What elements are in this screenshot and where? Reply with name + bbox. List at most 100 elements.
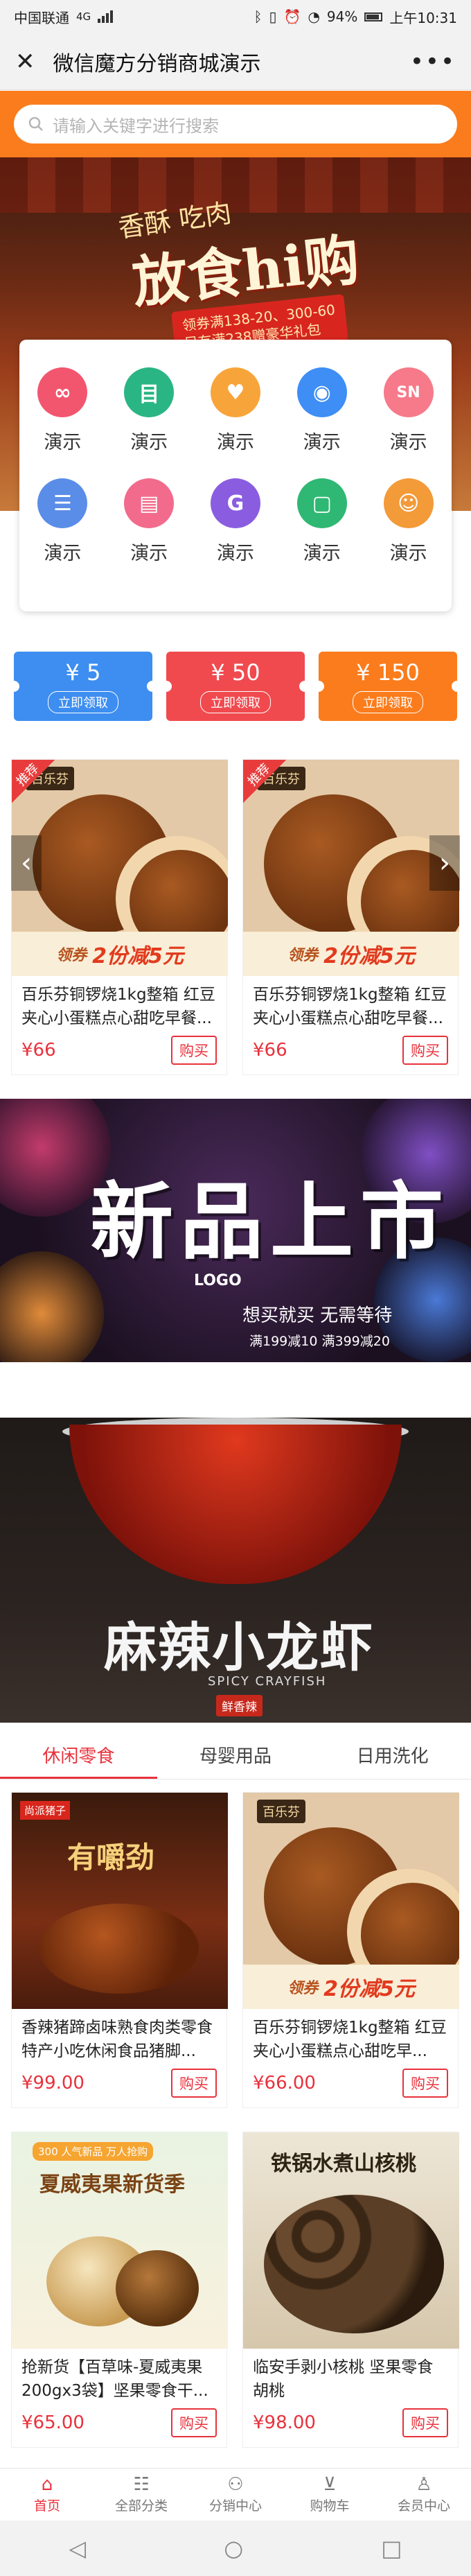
recommend-badge-label: 推荐	[13, 760, 42, 790]
back-icon[interactable]: ◁	[69, 2535, 87, 2561]
shortcut-label: 演示	[216, 543, 254, 564]
product-card[interactable]: 尚派猪子 有嚼劲 香辣猪蹄卤味熟食肉类零食特产小吃休闲食品猪脚... ¥99.0…	[11, 1792, 228, 2108]
product-card[interactable]: 铁锅水煮山核桃 临安手剥小核桃 坚果零食胡桃 ¥98.00 购买	[242, 2132, 459, 2448]
shortcut-item[interactable]: ∞ 演示	[28, 367, 97, 454]
shortcut-item[interactable]: ☺ 演示	[374, 478, 443, 565]
shortcut-item[interactable]: SN 演示	[374, 367, 443, 454]
buy-button[interactable]: 购买	[171, 1036, 217, 1065]
buy-button[interactable]: 购买	[402, 2069, 448, 2098]
banner-decoration	[0, 157, 471, 213]
shortcut-icon: SN	[383, 367, 434, 417]
shortcut-grid: ∞ 演示 目演示 ♥ 演示 ◉ 演示 SN 演示 ☰ 演示 ▤ 演示 G 演示 ▢ 演示 ☺ 演示	[19, 340, 452, 611]
search-bar: 请输入关键字进行搜索	[0, 91, 471, 157]
recommend-badge: 推荐	[243, 760, 286, 803]
more-icon[interactable]: •••	[410, 48, 456, 76]
product-promo-prefix: 领券	[287, 947, 319, 964]
search-icon	[28, 116, 43, 131]
alarm-icon: ⏰	[283, 8, 301, 25]
nav-member[interactable]: ♙ 会员中心	[377, 2469, 471, 2521]
new-arrivals-subtitle: 想买就买 无需等待	[242, 1305, 393, 1326]
coupon-claim-button[interactable]: 立即领取	[48, 691, 118, 713]
shortcut-icon: ♥	[210, 367, 260, 417]
buy-button[interactable]: 购买	[171, 2408, 217, 2437]
home-icon: ⌂	[41, 2474, 53, 2495]
carousel-next-icon[interactable]: ›	[429, 835, 460, 891]
app-root: 中国联通 4G ᛒ ▯ ⏰ ◔ 94% 上午10:31 ✕ 微信魔方分销商城演示…	[0, 0, 471, 2576]
carrier-label: 中国联通	[14, 9, 69, 26]
time-label: 上午10:31	[389, 9, 457, 26]
nav-label: 首页	[33, 2498, 60, 2514]
search-input[interactable]: 请输入关键字进行搜索	[14, 105, 457, 143]
shortcut-icon: ∞	[37, 367, 88, 417]
close-icon[interactable]: ✕	[15, 48, 35, 76]
coupon-amount: ¥ 50	[211, 659, 260, 686]
featured-product-card[interactable]: 百乐芬 推荐 领券2份减5元 百乐芬铜锣烧1kg整箱 红豆夹心小蛋糕点心甜吃早餐…	[11, 759, 228, 1075]
crayfish-banner[interactable]: 麻辣小龙虾 SPICY CRAYFISH 鲜香辣	[0, 1418, 471, 1723]
search-placeholder: 请输入关键字进行搜索	[53, 116, 219, 136]
product-card[interactable]: 百乐芬 领券 2份减5元 百乐芬铜锣烧1kg整箱 红豆夹心小蛋糕点心甜吃早... …	[242, 1792, 459, 2108]
page-title: 微信魔方分销商城演示	[53, 51, 261, 76]
product-price: ¥66.00	[253, 2073, 316, 2094]
buy-button[interactable]: 购买	[402, 2408, 448, 2437]
vibrate-icon: ▯	[269, 8, 277, 25]
nav-distribution[interactable]: ⚇ 分销中心	[188, 2469, 283, 2521]
category-tabs: 休闲零食 母婴用品 日用洗化	[0, 1731, 471, 1779]
buy-button[interactable]: 购买	[171, 2069, 217, 2098]
home-circle-icon[interactable]: ○	[224, 2535, 243, 2561]
shortcut-label: 演示	[216, 432, 254, 453]
coupon-card[interactable]: ¥ 5 立即领取	[8, 652, 158, 721]
tab-snacks[interactable]: 休闲零食	[0, 1731, 157, 1779]
shortcut-icon: ▢	[296, 478, 347, 528]
shortcut-item[interactable]: G 演示	[201, 478, 270, 565]
bottom-nav: ⌂ 首页 ☷ 全部分类 ⚇ 分销中心 ⊻ 购物车 ♙ 会员中心	[0, 2468, 471, 2521]
shortcut-item[interactable]: ☰ 演示	[28, 478, 97, 565]
network-label: 4G	[76, 10, 91, 23]
new-arrivals-banner[interactable]: 新品上市 LOGO 想买就买 无需等待 满199减10 满399减20	[0, 1099, 471, 1362]
product-card[interactable]: 300 人气新品 万人抢购 夏威夷果新货季 抢新货【百草味-夏威夷果200gx3…	[11, 2132, 228, 2448]
product-promo-text: 2份减5元	[323, 1977, 415, 2001]
shortcut-label: 演示	[44, 543, 82, 564]
product-name: 百乐芬铜锣烧1kg整箱 红豆夹心小蛋糕点心甜吃早...	[253, 2019, 447, 2060]
crayfish-seal: 鲜香辣	[216, 1695, 263, 1716]
carousel-prev-icon[interactable]: ‹	[11, 835, 42, 891]
tab-baby[interactable]: 母婴用品	[157, 1731, 314, 1779]
coupon-claim-button[interactable]: 立即领取	[353, 691, 423, 713]
shortcut-item[interactable]: ▢ 演示	[287, 478, 357, 565]
shortcut-label: 演示	[130, 543, 168, 564]
recommend-badge-label: 推荐	[245, 760, 274, 790]
coupon-card[interactable]: ¥ 50 立即领取	[161, 652, 310, 721]
coupon-card[interactable]: ¥ 150 立即领取	[313, 652, 463, 721]
coupon-claim-button[interactable]: 立即领取	[200, 691, 271, 713]
nav-home[interactable]: ⌂ 首页	[0, 2469, 94, 2521]
featured-product-card[interactable]: 百乐芬 推荐 领券2份减5元 百乐芬铜锣烧1kg整箱 红豆夹心小蛋糕点心甜吃早餐…	[242, 759, 459, 1075]
crayfish-bowl-image	[69, 1425, 402, 1584]
product-image: 百乐芬 领券 2份减5元	[243, 1793, 459, 2009]
wifi-icon: ◔	[308, 8, 320, 25]
product-name: 抢新货【百草味-夏威夷果200gx3袋】坚果零食干...	[21, 2358, 208, 2400]
shortcut-icon: G	[210, 478, 260, 528]
nav-categories[interactable]: ☷ 全部分类	[94, 2469, 188, 2521]
product-promo-text: 2份减5元	[323, 944, 415, 968]
bluetooth-icon: ᛒ	[254, 8, 263, 25]
nav-cart[interactable]: ⊻ 购物车	[283, 2469, 377, 2521]
product-name: 百乐芬铜锣烧1kg整箱 红豆夹心小蛋糕点心甜吃早餐...	[253, 986, 447, 1027]
shortcut-item[interactable]: ♥ 演示	[201, 367, 270, 454]
buy-button[interactable]: 购买	[402, 1036, 448, 1065]
logo-mark: LOGO	[194, 1272, 242, 1289]
system-nav-bar: ◁ ○ □	[0, 2521, 471, 2576]
shortcut-item[interactable]: 目演示	[114, 367, 184, 454]
nav-label: 分销中心	[208, 2498, 262, 2514]
cart-icon: ⊻	[323, 2474, 337, 2495]
product-image-text: 夏威夷果新货季	[39, 2173, 185, 2197]
nav-label: 会员中心	[397, 2498, 450, 2514]
product-promo-text: 2份减5元	[92, 944, 184, 968]
title-bar: ✕ 微信魔方分销商城演示 •••	[0, 33, 471, 90]
recents-icon[interactable]: □	[381, 2535, 402, 2561]
shortcut-item[interactable]: ▤ 演示	[114, 478, 184, 565]
product-promo: 领券 2份减5元	[243, 932, 459, 976]
new-arrivals-title: 新品上市	[90, 1173, 450, 1271]
shortcut-item[interactable]: ◉ 演示	[287, 367, 357, 454]
tab-daily[interactable]: 日用洗化	[314, 1731, 471, 1779]
product-price: ¥65.00	[21, 2412, 85, 2433]
product-name: 香辣猪蹄卤味熟食肉类零食特产小吃休闲食品猪脚...	[21, 2019, 213, 2060]
